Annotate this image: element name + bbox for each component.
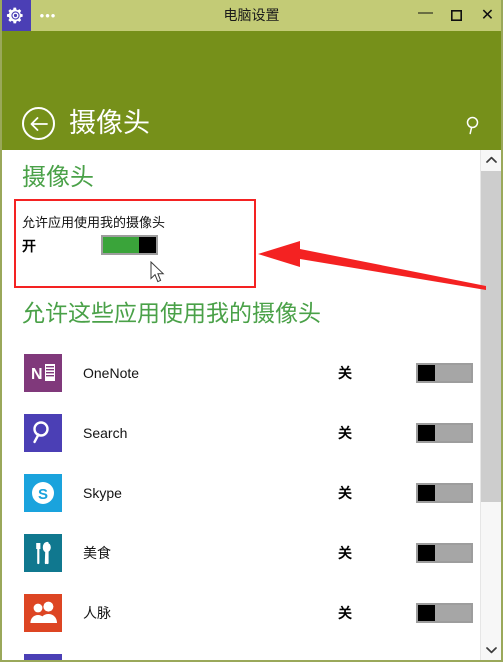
app-state-label: 关 (338, 365, 352, 381)
toggle-fill (103, 237, 139, 253)
camera-section-heading: 摄像头 (22, 164, 94, 191)
app-name: Search (83, 425, 128, 441)
app-name: 美食 (83, 545, 111, 561)
app-state-label: 关 (338, 605, 352, 621)
close-button[interactable]: ✕ (472, 0, 503, 31)
page-header: 摄像头 (0, 31, 503, 150)
vertical-scrollbar[interactable] (480, 150, 502, 660)
app-state-label: 关 (338, 545, 352, 561)
toggle-thumb (418, 365, 435, 381)
app-name: OneNote (83, 365, 140, 381)
app-permission-list: N OneNote 关 Search 关 S Skype 关 美食 关 人脉 关 (2, 343, 480, 660)
list-item[interactable]: 美食 关 (2, 523, 480, 583)
toggle-fill (435, 365, 471, 381)
list-item[interactable]: 人脉 关 (2, 583, 480, 643)
svg-text:S: S (38, 486, 48, 503)
list-item[interactable]: Search 关 (2, 403, 480, 463)
search-icon[interactable] (463, 114, 485, 136)
scrollbar-thumb[interactable] (481, 171, 502, 502)
menu-ellipsis-button[interactable]: ••• (31, 0, 65, 31)
toggle-thumb (418, 425, 435, 441)
camera-permission-toggle[interactable] (101, 235, 158, 255)
app-state-label: 关 (338, 485, 352, 501)
toggle-fill (435, 605, 471, 621)
food-icon (24, 534, 62, 572)
header-nav: 摄像头 (22, 107, 150, 140)
toggle-fill (435, 485, 471, 501)
app-permission-toggle[interactable] (416, 483, 473, 503)
maximize-button[interactable] (441, 0, 472, 31)
app-name: Skype (83, 485, 122, 501)
chevron-down-icon[interactable] (481, 640, 502, 660)
app-state-label: 关 (338, 425, 352, 441)
camera-permission-label: 允许应用使用我的摄像头 (22, 215, 166, 230)
svg-text:N: N (31, 366, 43, 383)
window-controls: — ✕ (410, 0, 503, 31)
people-icon (24, 594, 62, 632)
toggle-thumb (139, 237, 156, 253)
list-item[interactable]: N OneNote 关 (2, 343, 480, 403)
list-item[interactable]: 日历 关 (2, 643, 480, 660)
app-permission-toggle[interactable] (416, 423, 473, 443)
app-permission-toggle[interactable] (416, 603, 473, 623)
app-name: 人脉 (83, 605, 111, 621)
skype-icon: S (24, 474, 62, 512)
apps-section-heading: 允许这些应用使用我的摄像头 (22, 300, 321, 326)
pc-settings-window: ••• 电脑设置 — ✕ 摄像头 摄像头 允许应用使用我的摄像头 开 允许这些应… (0, 0, 503, 662)
gear-icon (0, 0, 31, 31)
toggle-thumb (418, 545, 435, 561)
camera-permission-state: 开 (22, 238, 36, 254)
toggle-fill (435, 545, 471, 561)
minimize-button[interactable]: — (410, 0, 441, 31)
list-item[interactable]: S Skype 关 (2, 463, 480, 523)
chevron-up-icon[interactable] (481, 150, 502, 170)
settings-content: 摄像头 允许应用使用我的摄像头 开 允许这些应用使用我的摄像头 N OneNot… (2, 150, 480, 660)
back-arrow-icon[interactable] (22, 107, 55, 140)
toggle-fill (435, 425, 471, 441)
onenote-icon: N (24, 354, 62, 392)
toggle-thumb (418, 605, 435, 621)
app-permission-toggle[interactable] (416, 543, 473, 563)
toggle-thumb (418, 485, 435, 501)
search-app-icon (24, 414, 62, 452)
calendar-icon (24, 654, 62, 660)
title-bar: ••• 电脑设置 — ✕ (0, 0, 503, 31)
app-permission-toggle[interactable] (416, 363, 473, 383)
page-title: 摄像头 (69, 108, 150, 138)
